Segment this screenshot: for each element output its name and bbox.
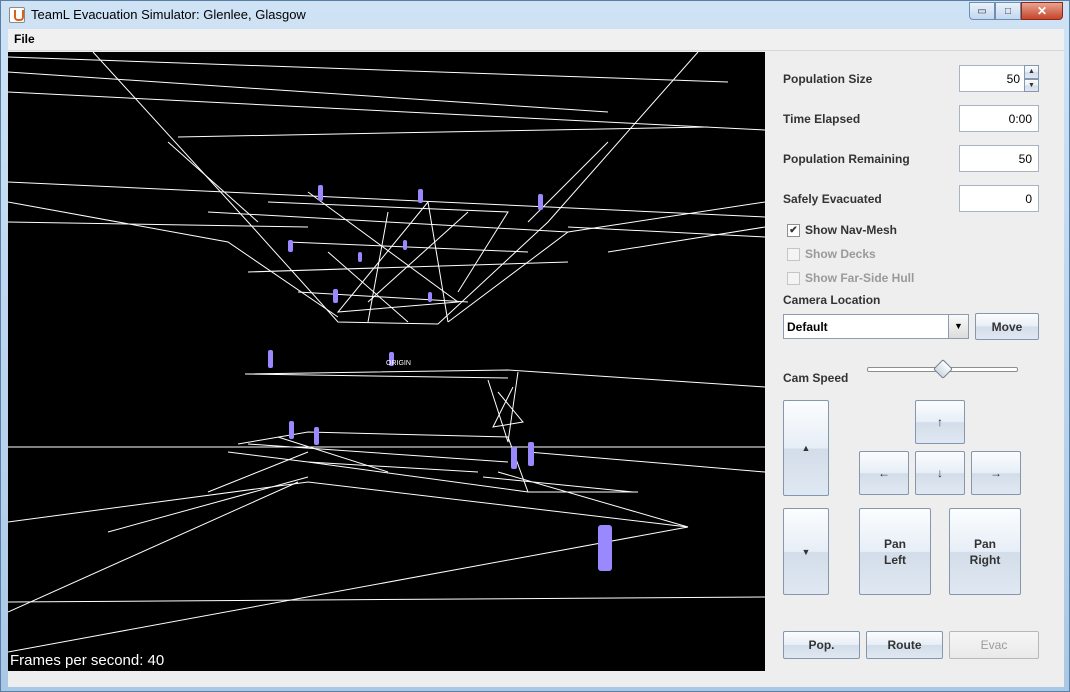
route-button[interactable]: Route <box>866 631 943 659</box>
maximize-button[interactable]: □ <box>995 2 1021 20</box>
window-controls: ▭ □ ✕ <box>969 2 1063 20</box>
population-remaining-label: Population Remaining <box>783 152 910 166</box>
show-decks-label: Show Decks <box>805 247 876 261</box>
checkbox-empty-icon <box>787 271 800 285</box>
population-size-label: Population Size <box>783 72 873 86</box>
show-decks-checkbox[interactable]: Show Decks <box>787 247 876 261</box>
java-app-icon[interactable] <box>9 7 25 23</box>
menu-bar: File <box>8 29 1064 51</box>
zoom-out-button[interactable]: ▼ <box>783 508 829 595</box>
time-elapsed-field[interactable]: 0:00 <box>959 105 1039 132</box>
camera-location-select[interactable]: Default ▼ <box>783 314 969 339</box>
camera-location-value: Default <box>787 320 828 334</box>
control-panel: Population Size 50 ▲ ▼ Time Elapsed 0:00… <box>765 52 1064 687</box>
title-bar[interactable]: TeamL Evacuation Simulator: Glenlee, Gla… <box>1 1 1069 29</box>
zoom-in-button[interactable]: ▲ <box>783 400 829 496</box>
time-elapsed-label: Time Elapsed <box>783 112 861 126</box>
move-right-button[interactable]: → <box>971 451 1021 495</box>
population-size-spinner[interactable]: 50 <box>959 65 1025 92</box>
origin-label: ORIGIN <box>386 360 411 367</box>
checkbox-empty-icon <box>787 247 800 261</box>
pop-button[interactable]: Pop. <box>783 631 860 659</box>
minimize-button[interactable]: ▭ <box>969 2 995 20</box>
fps-counter: Frames per second: 40 <box>10 652 165 669</box>
safely-evacuated-label: Safely Evacuated <box>783 192 882 206</box>
move-button[interactable]: Move <box>975 313 1039 340</box>
camera-location-label: Camera Location <box>783 293 881 307</box>
move-down-button[interactable]: ↓ <box>915 451 965 495</box>
menu-file[interactable]: File <box>14 32 35 46</box>
window-title: TeamL Evacuation Simulator: Glenlee, Gla… <box>31 7 306 22</box>
cam-speed-label: Cam Speed <box>783 371 849 385</box>
show-far-side-hull-label: Show Far-Side Hull <box>805 271 915 285</box>
show-nav-mesh-checkbox[interactable]: ✔ Show Nav-Mesh <box>787 223 897 237</box>
show-nav-mesh-label: Show Nav-Mesh <box>805 223 898 237</box>
app-window: TeamL Evacuation Simulator: Glenlee, Gla… <box>0 0 1070 692</box>
3d-viewport[interactable]: ORIGIN Frames per second: 40 <box>8 52 765 671</box>
close-button[interactable]: ✕ <box>1021 2 1063 20</box>
chevron-down-icon[interactable]: ▼ <box>948 315 968 338</box>
evac-button[interactable]: Evac <box>949 631 1039 659</box>
move-left-button[interactable]: ← <box>859 451 909 495</box>
cam-speed-slider-thumb[interactable] <box>932 359 953 379</box>
pan-right-button[interactable]: Pan Right <box>949 508 1021 595</box>
pan-left-button[interactable]: Pan Left <box>859 508 931 595</box>
move-up-button[interactable]: ↑ <box>915 400 965 444</box>
checkbox-checked-icon: ✔ <box>787 223 800 237</box>
spinner-down-button[interactable]: ▼ <box>1024 79 1039 92</box>
population-remaining-field[interactable]: 50 <box>959 145 1039 172</box>
safely-evacuated-field[interactable]: 0 <box>959 185 1039 212</box>
show-far-side-hull-checkbox[interactable]: Show Far-Side Hull <box>787 271 914 285</box>
client-area: File ORIGIN Frames per second: 40 Popula… <box>8 29 1064 687</box>
